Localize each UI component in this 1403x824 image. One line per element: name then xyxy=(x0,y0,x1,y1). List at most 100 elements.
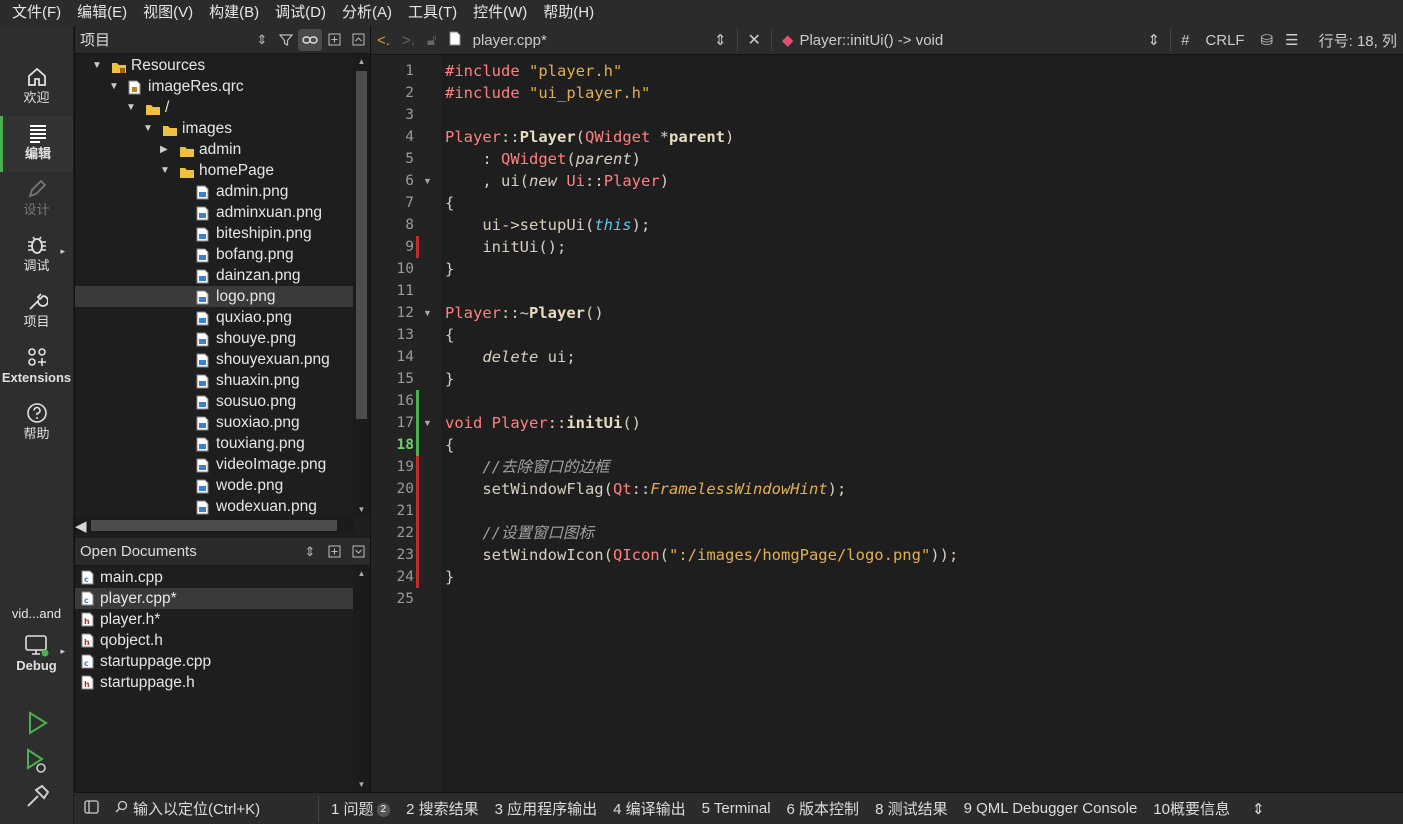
collapse-arrow-icon[interactable]: ▼ xyxy=(109,76,121,97)
outline-icon[interactable]: ☰ xyxy=(1279,31,1304,49)
code-line[interactable]: #include "ui_player.h" xyxy=(445,82,650,104)
tree-item[interactable]: ▼ homePage xyxy=(75,160,354,181)
scrollbar-thumb[interactable] xyxy=(356,71,367,419)
mode-edit[interactable]: 编辑 xyxy=(0,116,73,172)
tree-item[interactable]: ▼ / xyxy=(75,97,354,118)
project-view-selector[interactable]: 项目 xyxy=(80,29,250,50)
code-line[interactable]: void Player::initUi() xyxy=(445,412,641,434)
code-line[interactable]: //去除窗口的边框 xyxy=(445,456,609,478)
tree-item[interactable]: quxiao.png xyxy=(75,307,354,328)
tree-item[interactable]: dainzan.png xyxy=(75,265,354,286)
tree-item[interactable]: ▼ imageRes.qrc xyxy=(75,76,354,97)
locator-input[interactable]: 输入以定位(Ctrl+K) xyxy=(109,795,319,822)
tree-item[interactable]: shouyexuan.png xyxy=(75,349,354,370)
open-documents-title[interactable]: Open Documents xyxy=(80,543,298,560)
tree-item[interactable]: ▼ Resources xyxy=(75,55,354,76)
scroll-left-icon[interactable]: ◀ xyxy=(75,517,87,535)
link-with-editor-icon[interactable] xyxy=(298,28,322,51)
project-tree[interactable]: ▼ Resources ▼ imageRes.qrc ▼ / ▼ images ▶ admin ▼ h… xyxy=(75,55,354,517)
project-tree-scrollbar[interactable]: ▲ ▼ xyxy=(353,55,370,517)
output-tab-9[interactable]: 10概要信息 xyxy=(1145,798,1238,819)
fold-marker-icon[interactable]: ▼ xyxy=(423,418,432,428)
code-line[interactable]: #include "player.h" xyxy=(445,60,622,82)
code-line[interactable]: { xyxy=(445,324,454,346)
navigate-forward-icon[interactable]: >. xyxy=(396,32,421,49)
menu-6[interactable]: 工具(T) xyxy=(400,0,465,26)
mode-home[interactable]: 欢迎 xyxy=(0,60,73,116)
tree-item[interactable]: wode.png xyxy=(75,475,354,496)
tree-item[interactable]: biteshipin.png xyxy=(75,223,354,244)
code-line[interactable]: Player::~Player() xyxy=(445,302,604,324)
kit-selector[interactable]: Debug ▸ xyxy=(0,628,73,684)
collapse-arrow-icon[interactable]: ▼ xyxy=(126,97,138,118)
filter-icon[interactable] xyxy=(274,29,298,51)
scroll-up-icon[interactable]: ▲ xyxy=(353,55,370,69)
document-selector-arrows-icon[interactable]: ⇕ xyxy=(708,31,733,49)
output-tab-2[interactable]: 2 搜索结果 xyxy=(398,798,487,819)
output-tab-4[interactable]: 4 编译输出 xyxy=(605,798,694,819)
open-document-item[interactable]: h qobject.h xyxy=(75,630,354,651)
more-tabs-arrows-icon[interactable]: ⇕ xyxy=(1238,800,1273,818)
scroll-down-icon[interactable]: ▼ xyxy=(353,778,370,792)
open-document-item[interactable]: h startuppage.h xyxy=(75,672,354,693)
toggle-sidebar-icon[interactable] xyxy=(74,799,109,818)
expand-arrow-icon[interactable]: ▶ xyxy=(160,139,172,160)
collapse-arrow-icon[interactable]: ▼ xyxy=(160,160,172,181)
tree-item[interactable]: videoImage.png xyxy=(75,454,354,475)
close-document-icon[interactable]: ✕ xyxy=(742,30,767,50)
open-documents-scrollbar[interactable]: ▲ ▼ xyxy=(353,567,370,792)
code-line[interactable]: setWindowFlag(Qt::FramelessWindowHint); xyxy=(445,478,846,500)
code-line[interactable]: Player::Player(QWidget *parent) xyxy=(445,126,734,148)
code-line[interactable]: } xyxy=(445,566,454,588)
split-icon[interactable] xyxy=(322,29,346,51)
code-line[interactable]: setWindowIcon(QIcon(":/images/homgPage/l… xyxy=(445,544,958,566)
hscrollbar-thumb[interactable] xyxy=(91,520,337,531)
tree-item[interactable]: ▶ admin xyxy=(75,139,354,160)
tree-item[interactable]: shouye.png xyxy=(75,328,354,349)
tree-item[interactable]: ▼ images xyxy=(75,118,354,139)
symbol-selector-arrows-icon[interactable]: ⇕ xyxy=(1142,31,1167,49)
tree-item[interactable]: bofang.png xyxy=(75,244,354,265)
tree-item[interactable]: adminxuan.png xyxy=(75,202,354,223)
open-document-item[interactable]: c main.cpp xyxy=(75,567,354,588)
debug-run-button[interactable] xyxy=(22,746,52,776)
code-line[interactable]: ui->setupUi(this); xyxy=(445,214,650,236)
menu-3[interactable]: 构建(B) xyxy=(201,0,267,26)
symbol-selector[interactable]: Player::initUi() -> void xyxy=(799,32,1141,49)
output-tab-3[interactable]: 3 应用程序输出 xyxy=(487,798,606,819)
code-line[interactable]: , ui(new Ui::Player) xyxy=(445,170,669,192)
close-pane-icon[interactable] xyxy=(346,29,370,51)
code-editor[interactable]: 1 2 3 4 5 6 ▼ 7 8 9 10 11 12 ▼ 13 14 15 16 17 ▼ 18 19 20 21 22 23… xyxy=(370,55,1403,792)
output-tab-6[interactable]: 6 版本控制 xyxy=(779,798,868,819)
line-ending-selector[interactable]: CRLF xyxy=(1195,32,1254,49)
open-document-item[interactable]: c startuppage.cpp xyxy=(75,651,354,672)
code-line[interactable]: delete ui; xyxy=(445,346,575,368)
code-line[interactable]: } xyxy=(445,368,454,390)
view-select-arrows-icon[interactable]: ⇕ xyxy=(298,541,322,563)
menu-4[interactable]: 调试(D) xyxy=(267,0,334,26)
code-line[interactable]: { xyxy=(445,192,454,214)
mode-extensions[interactable]: Extensions xyxy=(0,340,73,396)
output-tab-8[interactable]: 9 QML Debugger Console xyxy=(956,800,1146,817)
fold-marker-icon[interactable]: ▼ xyxy=(423,308,432,318)
document-selector[interactable]: player.cpp* xyxy=(467,32,708,49)
menu-8[interactable]: 帮助(H) xyxy=(535,0,602,26)
fold-marker-icon[interactable]: ▼ xyxy=(423,176,432,186)
scroll-down-icon[interactable]: ▼ xyxy=(353,503,370,517)
output-tab-1[interactable]: 1 问题 2 xyxy=(323,798,398,819)
project-tree-hscrollbar[interactable]: ◀ ▶ xyxy=(75,517,354,553)
run-target-project[interactable]: vid...and xyxy=(0,606,73,621)
build-button[interactable] xyxy=(22,782,52,812)
output-tab-7[interactable]: 8 测试结果 xyxy=(867,798,956,819)
open-document-item[interactable]: h player.h* xyxy=(75,609,354,630)
collapse-arrow-icon[interactable]: ▼ xyxy=(92,55,104,76)
cursor-position[interactable]: 行号: 18, 列 xyxy=(1305,30,1403,51)
tree-item[interactable]: sousuo.png xyxy=(75,391,354,412)
navigate-back-icon[interactable]: <. xyxy=(371,32,396,49)
tree-item[interactable]: touxiang.png xyxy=(75,433,354,454)
tree-item[interactable]: shuaxin.png xyxy=(75,370,354,391)
menu-5[interactable]: 分析(A) xyxy=(334,0,400,26)
close-pane-icon[interactable] xyxy=(346,541,370,563)
line-number-gutter[interactable]: 1 2 3 4 5 6 ▼ 7 8 9 10 11 12 ▼ 13 14 15 16 17 ▼ 18 19 20 21 22 23… xyxy=(371,55,441,792)
code-line[interactable]: : QWidget(parent) xyxy=(445,148,641,170)
